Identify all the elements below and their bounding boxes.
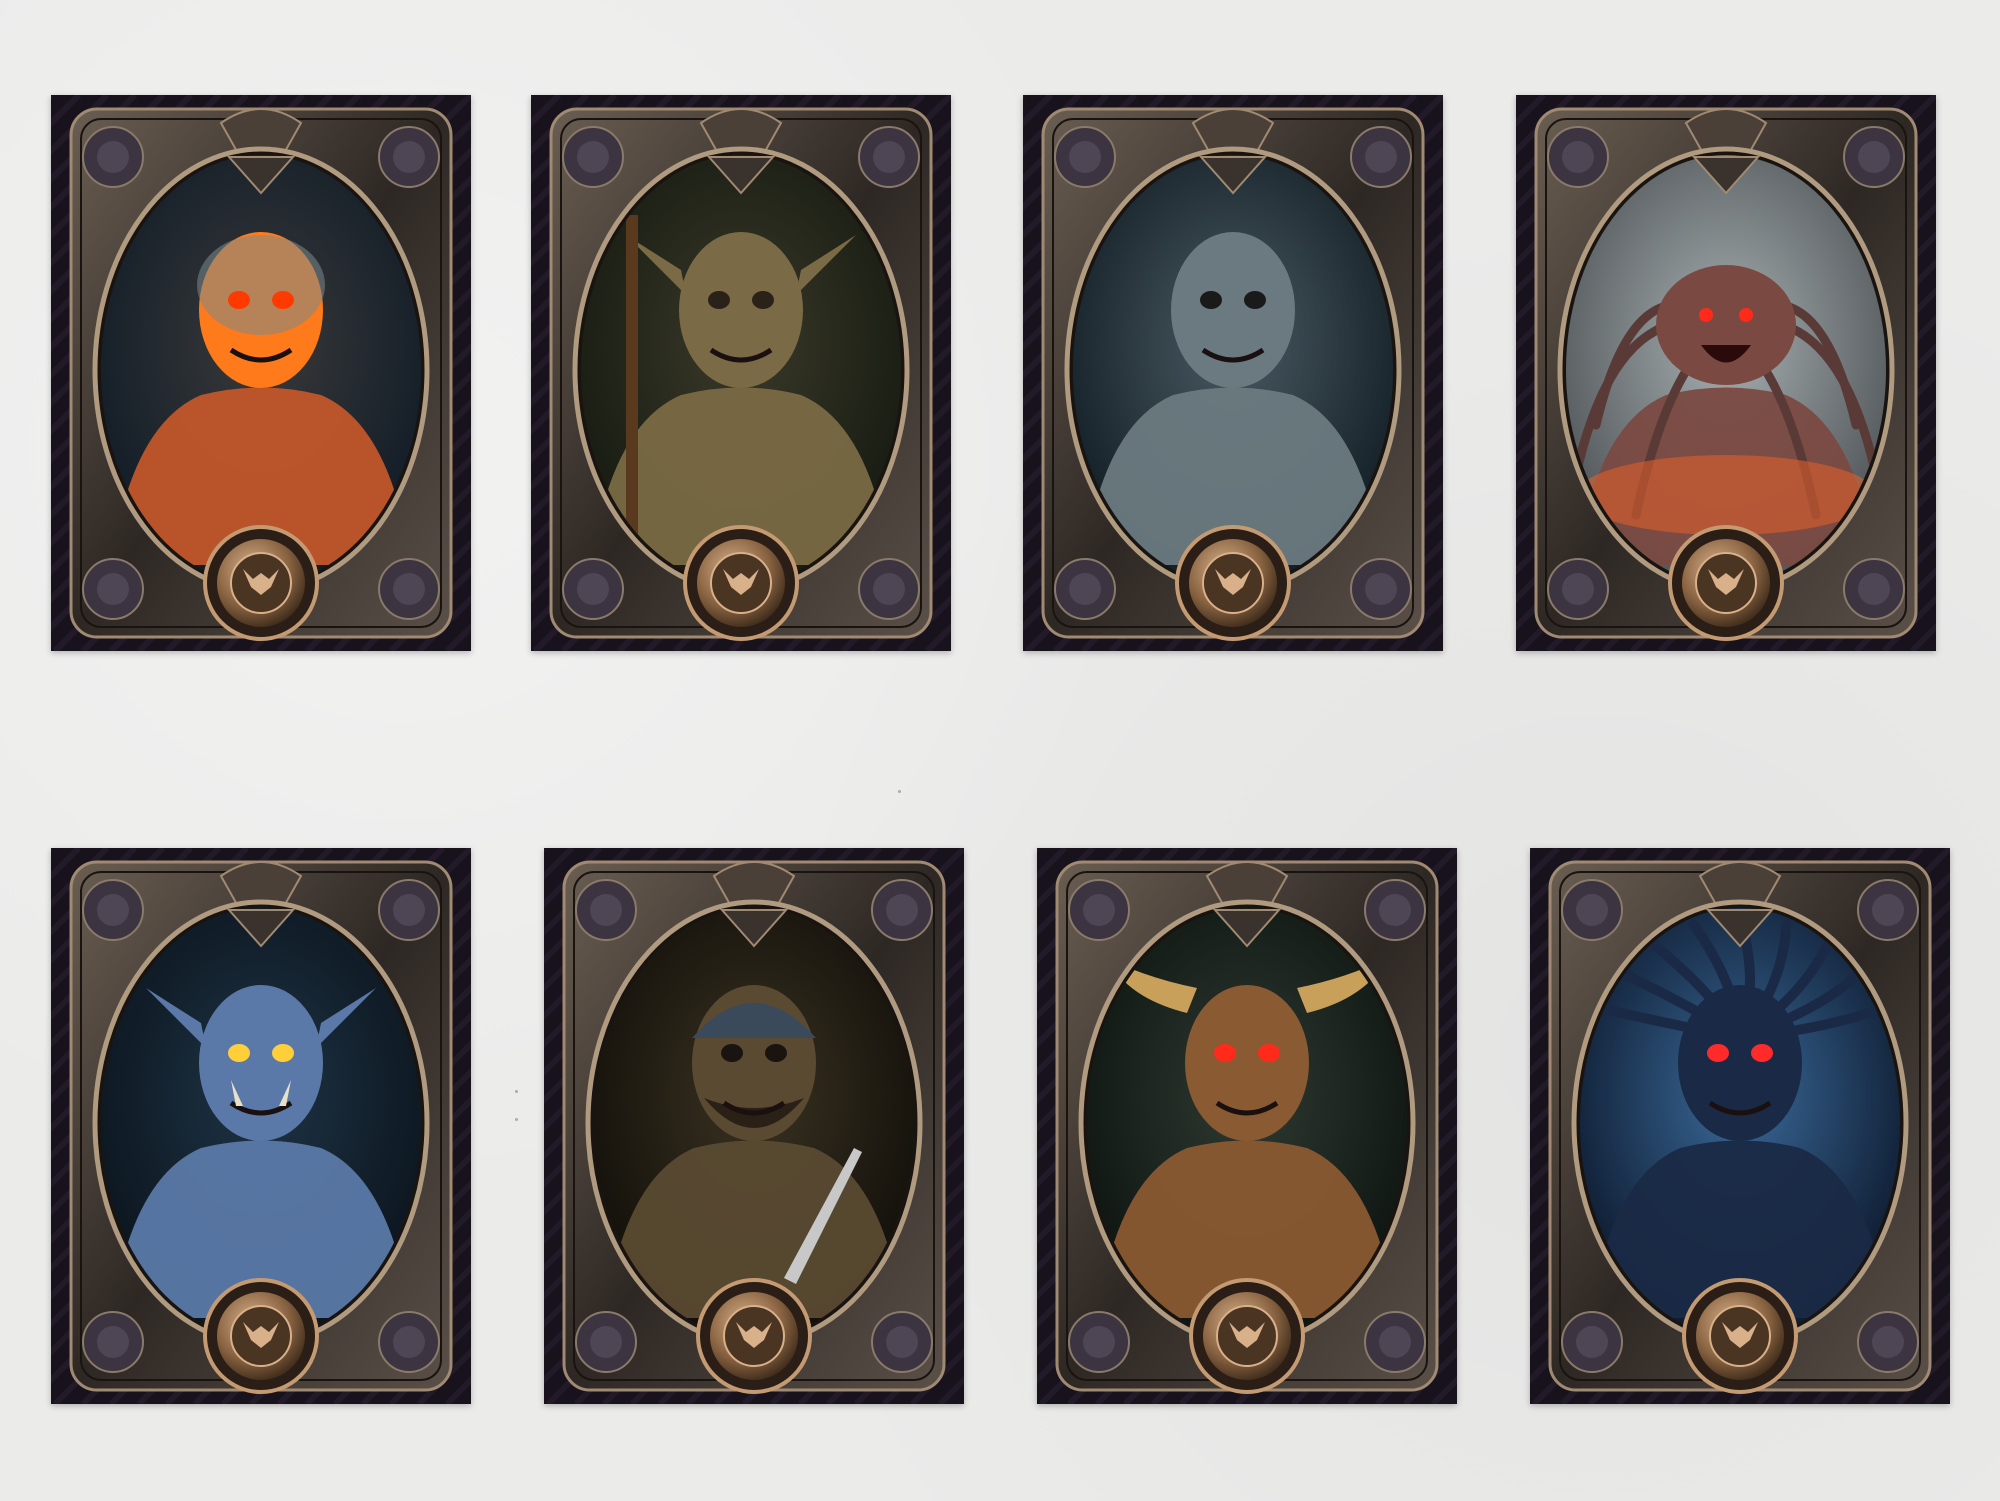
card-art [531,95,951,651]
corner-ornament-core [1083,1326,1115,1358]
card-art [1037,848,1457,1404]
eye-right [1739,308,1753,322]
figure-head [679,232,803,388]
eye-left [1200,291,1222,309]
card-art [51,95,471,651]
monster-card-zombie[interactable] [1023,95,1443,651]
figure-head [199,985,323,1141]
corner-ornament-core [393,894,425,926]
eye-left [1214,1044,1236,1062]
eye-right [1258,1044,1280,1062]
eye-left [228,1044,250,1062]
corner-ornament-core [97,573,129,605]
paper-speck [515,1118,518,1121]
monster-card-minotaur[interactable] [1037,848,1457,1404]
corner-ornament-core [1365,141,1397,173]
corner-ornament-core [1872,1326,1904,1358]
figure-head [1171,232,1295,388]
paper-speck [515,1090,518,1093]
corner-ornament-core [873,141,905,173]
eye-right [1751,1044,1773,1062]
card-art [51,848,471,1404]
eye-left [708,291,730,309]
fire-glow [1576,455,1876,535]
corner-ornament-core [1576,1326,1608,1358]
monster-card-bandit[interactable] [544,848,964,1404]
corner-ornament-core [1365,573,1397,605]
corner-ornament-core [1562,141,1594,173]
figure-head [1185,985,1309,1141]
corner-ornament-core [97,894,129,926]
corner-ornament-core [1379,1326,1411,1358]
card-art [1516,95,1936,651]
corner-ornament-core [590,894,622,926]
eye-left [1707,1044,1729,1062]
corner-ornament-core [1576,894,1608,926]
eye-right [752,291,774,309]
eye-left [1699,308,1713,322]
corner-ornament-core [1562,573,1594,605]
corner-ornament-core [1379,894,1411,926]
corner-ornament-core [1858,573,1890,605]
corner-ornament-core [97,141,129,173]
corner-ornament-core [577,573,609,605]
corner-ornament-core [393,573,425,605]
eye-left [228,291,250,309]
corner-ornament-core [393,1326,425,1358]
corner-ornament-core [577,141,609,173]
wooden-staff [626,215,638,555]
figure-head [1678,985,1802,1141]
corner-ornament-core [1083,894,1115,926]
eye-right [272,291,294,309]
eye-right [765,1044,787,1062]
card-sheet [0,0,2000,1501]
helmet [197,235,325,335]
card-art [1023,95,1443,651]
corner-ornament-core [1069,141,1101,173]
card-art [544,848,964,1404]
monster-card-skull-knight[interactable] [51,95,471,651]
corner-ornament-core [97,1326,129,1358]
corner-ornament-core [1872,894,1904,926]
corner-ornament-core [393,141,425,173]
corner-ornament-core [886,1326,918,1358]
monster-card-shadow-witch[interactable] [1530,848,1950,1404]
paper-speck [898,790,901,793]
card-art [1530,848,1950,1404]
monster-card-troll[interactable] [531,95,951,651]
corner-ornament-core [886,894,918,926]
corner-ornament-core [1069,573,1101,605]
corner-ornament-core [1858,141,1890,173]
spider-body [1656,265,1796,385]
corner-ornament-core [590,1326,622,1358]
monster-card-spider-demon[interactable] [1516,95,1936,651]
eye-left [721,1044,743,1062]
monster-card-blue-orc[interactable] [51,848,471,1404]
eye-right [272,1044,294,1062]
corner-ornament-core [873,573,905,605]
eye-right [1244,291,1266,309]
